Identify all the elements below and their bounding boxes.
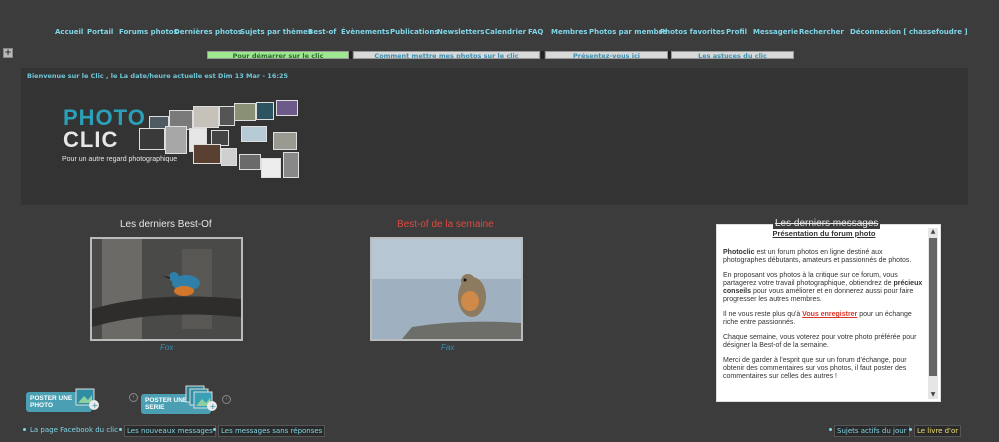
messages-panel: Présentation du forum photo Photoclic es…: [716, 224, 941, 402]
nav-photos-favorites[interactable]: Photos favorites: [660, 28, 725, 36]
facebook-page-link[interactable]: La page Facebook du clic: [28, 425, 120, 435]
bullet-icon: [829, 428, 832, 431]
collage-thumbnail: [165, 126, 187, 154]
scroll-thumb[interactable]: [929, 238, 937, 376]
tab-presentez-vous[interactable]: Présentez-vous ici: [545, 51, 668, 59]
nav-accueil[interactable]: Accueil: [55, 28, 83, 36]
nav-messagerie[interactable]: Messagerie: [753, 28, 798, 36]
new-messages-link[interactable]: Les nouveaux messages: [124, 425, 216, 437]
carousel-left-icon[interactable]: ‹: [129, 393, 138, 402]
nav-membres[interactable]: Membres: [551, 28, 587, 36]
messages-paragraph: Chaque semaine, vous voterez pour votre …: [723, 334, 917, 349]
collage-thumbnail: [276, 100, 298, 116]
paragraph-text: Il ne vous reste plus qu'à: [723, 311, 803, 318]
tab-astuces[interactable]: Les astuces du clic: [671, 51, 794, 59]
bestof-credit[interactable]: Fox: [160, 343, 173, 352]
messages-heading: Présentation du forum photo: [772, 230, 876, 238]
paragraph-text: pour vous améliorer et en donnerez aussi…: [723, 288, 914, 303]
messages-content[interactable]: Présentation du forum photo Photoclic es…: [723, 230, 925, 398]
tab-pour-demarrer[interactable]: Pour démarrer sur le clic: [207, 51, 349, 59]
nav-photos-par-membre[interactable]: Photos par membre: [589, 28, 667, 36]
collage-thumbnail: [193, 106, 219, 128]
post-photo-label: POSTER UNE PHOTO: [30, 395, 73, 409]
nav-profil[interactable]: Profil: [726, 28, 747, 36]
messages-scrollbar[interactable]: ▲ ▼: [928, 228, 938, 399]
collage-thumbnail: [219, 106, 235, 126]
collage-thumbnail: [234, 103, 256, 121]
carousel-right-icon[interactable]: ›: [222, 395, 231, 404]
svg-text:+: +: [92, 401, 99, 410]
paragraph-text: En proposant vos photos à la critique su…: [723, 272, 898, 287]
nav-faq[interactable]: FAQ: [528, 28, 543, 36]
collage-thumbnail: [221, 148, 237, 166]
logo-clic-text: CLIC: [63, 127, 119, 152]
semaine-title: Best-of de la semaine: [397, 219, 494, 230]
nav-newsletters[interactable]: Newsletters: [437, 28, 484, 36]
top-nav: Accueil Portail Forums photos Dernières …: [0, 28, 999, 44]
collage-thumbnail: [273, 132, 297, 150]
bullet-icon: [119, 428, 122, 431]
messages-paragraph: En proposant vos photos à la critique su…: [723, 272, 925, 304]
brand-name: Photoclic: [723, 249, 755, 256]
tab-separator: [349, 51, 352, 59]
nav-dernieres-photos[interactable]: Dernières photos: [174, 28, 242, 36]
bullet-icon: [213, 428, 216, 431]
bullet-icon: [909, 428, 912, 431]
logo-tagline: Pour un autre regard photographique: [62, 156, 178, 163]
tab-separator: [541, 51, 544, 59]
collage-thumbnail: [261, 158, 281, 178]
post-serie-label: POSTER UNE SERIE: [145, 397, 188, 411]
tab-comment-mettre-photos[interactable]: Comment mettre mes photos sur le clic: [353, 51, 540, 59]
collage-thumbnail: [283, 152, 299, 178]
nav-evenements[interactable]: Évènements: [341, 28, 389, 36]
messages-paragraph: Il ne vous reste plus qu'à Vous enregist…: [723, 311, 925, 327]
post-photo-icon: +: [75, 388, 99, 410]
scroll-up-icon[interactable]: ▲: [929, 228, 937, 236]
collage-thumbnail: [256, 102, 274, 120]
nav-portail[interactable]: Portail: [87, 28, 113, 36]
collage-thumbnail: [193, 144, 221, 164]
unanswered-messages-link[interactable]: Les messages sans réponses: [218, 425, 326, 437]
robin-image: [372, 239, 521, 339]
messages-title: Les derniers messages: [773, 218, 881, 229]
bestof-photo[interactable]: [90, 237, 243, 341]
collage-thumbnail: [241, 126, 267, 142]
register-link[interactable]: Vous enregistrer: [802, 311, 857, 318]
kingfisher-image: [92, 239, 241, 339]
bullet-icon: [23, 428, 26, 431]
scroll-down-icon[interactable]: ▼: [929, 391, 937, 399]
collage-thumbnail: [139, 128, 165, 150]
expand-toggle-icon[interactable]: +: [3, 48, 13, 58]
messages-paragraph: Photoclic est un forum photos en ligne d…: [723, 249, 925, 265]
header-banner: Bienvenue sur le Clic , le La date/heure…: [21, 68, 968, 205]
nav-calendrier[interactable]: Calendrier: [485, 28, 526, 36]
nav-deconnexion[interactable]: Déconnexion [ chassefoudre ]: [850, 28, 968, 36]
active-topics-link[interactable]: Sujets actifs du jour: [834, 425, 910, 437]
semaine-credit[interactable]: Fax: [441, 343, 454, 352]
guestbook-link[interactable]: Le livre d'or: [914, 425, 962, 437]
collage-thumbnail: [239, 154, 261, 170]
welcome-message: Bienvenue sur le Clic , le La date/heure…: [27, 72, 288, 80]
nav-forums-photos[interactable]: Forums photos: [119, 28, 178, 36]
nav-sujets-par-themes[interactable]: Sujets par thèmes: [240, 28, 312, 36]
svg-text:+: +: [210, 402, 217, 411]
nav-publications[interactable]: Publications: [390, 28, 439, 36]
post-serie-icon: +: [185, 385, 217, 411]
semaine-photo[interactable]: [370, 237, 523, 341]
bestof-title: Les derniers Best-Of: [120, 219, 212, 230]
messages-paragraph: Merci de garder à l'esprit que sur un fo…: [723, 357, 907, 380]
nav-best-of[interactable]: Best-of: [308, 28, 336, 36]
nav-rechercher[interactable]: Rechercher: [799, 28, 844, 36]
